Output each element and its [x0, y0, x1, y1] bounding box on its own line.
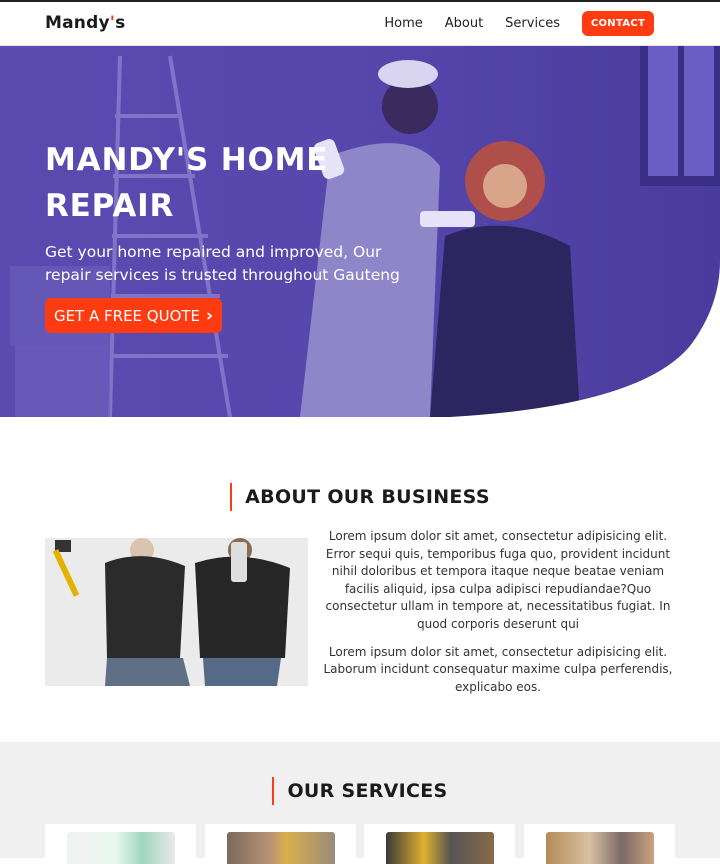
about-paragraph-1: Lorem ipsum dolor sit amet, consectetur …: [325, 529, 671, 631]
services-title: OUR SERVICES: [287, 780, 448, 802]
nav-links: Home About Services CONTACT: [384, 11, 654, 36]
nav-link-home[interactable]: Home: [384, 12, 422, 36]
service-cards: [45, 824, 675, 864]
service-card[interactable]: [204, 824, 356, 864]
services-heading: OUR SERVICES: [0, 777, 720, 805]
heading-accent-bar: [230, 483, 233, 511]
hero-curve-shape: [450, 261, 720, 417]
service-image-workers: [386, 832, 495, 864]
about-paragraph-2: Lorem ipsum dolor sit amet, consectetur …: [323, 644, 673, 694]
brand-tail: s: [115, 13, 126, 33]
about-title: ABOUT OUR BUSINESS: [245, 486, 490, 508]
nav-link-about[interactable]: About: [445, 12, 483, 36]
chevron-right-icon: ›: [206, 305, 214, 326]
free-quote-label: GET A FREE QUOTE: [53, 306, 201, 325]
service-card[interactable]: [523, 824, 675, 864]
hero-title: MANDY'S HOME REPAIR: [45, 142, 329, 224]
about-heading: ABOUT OUR BUSINESS: [0, 483, 720, 511]
heading-accent-bar: [272, 777, 275, 805]
service-card[interactable]: [45, 824, 196, 864]
hero-banner: MANDY'S HOME REPAIR Get your home repair…: [0, 46, 720, 417]
about-text: Lorem ipsum dolor sit amet, consectetur …: [320, 528, 676, 706]
free-quote-button[interactable]: GET A FREE QUOTE ›: [45, 298, 222, 333]
brand-main: Mandy: [45, 13, 110, 33]
service-image-flooring: [545, 832, 654, 864]
contact-button[interactable]: CONTACT: [582, 11, 654, 36]
service-image-tools: [226, 832, 335, 864]
nav-link-services[interactable]: Services: [505, 12, 560, 36]
about-photo-painters: [45, 538, 308, 686]
service-image-paint-roller: [67, 832, 175, 864]
hero-subtitle: Get your home repaired and improved, Our…: [45, 243, 400, 284]
service-card[interactable]: [364, 824, 516, 864]
brand-logo[interactable]: Mandy's: [45, 13, 125, 33]
navbar: Mandy's Home About Services CONTACT: [0, 0, 720, 46]
